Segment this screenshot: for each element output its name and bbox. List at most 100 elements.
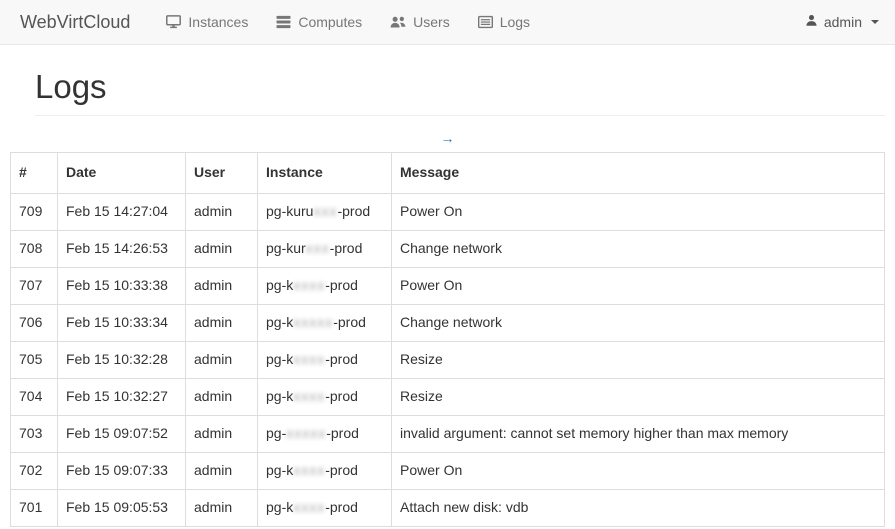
cell-instance: pg-xxxxx-prod (258, 416, 392, 453)
chevron-down-icon (871, 20, 879, 24)
column-header-id: # (11, 153, 58, 194)
cell-instance: pg-kxxxx-prod (258, 268, 392, 305)
instance-suffix: -prod (325, 462, 358, 478)
instance-suffix: -prod (325, 277, 358, 293)
instance-redacted: xxxxx (286, 425, 326, 441)
cell-user: admin (186, 342, 258, 379)
nav-item-computes[interactable]: Computes (276, 14, 362, 30)
cell-user: admin (186, 231, 258, 268)
cell-message: Power On (392, 268, 885, 305)
server-icon (276, 15, 291, 29)
cell-date: Feb 15 14:27:04 (58, 194, 186, 231)
cell-instance: pg-kxxxxx-prod (258, 305, 392, 342)
instance-redacted: xxxx (293, 462, 325, 478)
table-header-row: # Date User Instance Message (11, 153, 885, 194)
cell-date: Feb 15 10:33:34 (58, 305, 186, 342)
instance-suffix: -prod (333, 314, 366, 330)
table-row: 704Feb 15 10:32:27adminpg-kxxxx-prodResi… (11, 379, 885, 416)
cell-message: Resize (392, 379, 885, 416)
cell-date: Feb 15 09:07:33 (58, 453, 186, 490)
cell-user: admin (186, 453, 258, 490)
instance-suffix: -prod (326, 425, 359, 441)
navbar: WebVirtCloud Instances Computes (0, 0, 895, 45)
cell-date: Feb 15 10:32:28 (58, 342, 186, 379)
cell-message: Change network (392, 231, 885, 268)
cell-instance: pg-kuruxxx-prod (258, 194, 392, 231)
table-row: 705Feb 15 10:32:28adminpg-kxxxx-prodResi… (11, 342, 885, 379)
nav-items: Instances Computes Users (166, 14, 530, 30)
nav-item-label: Users (413, 14, 450, 30)
cell-instance: pg-kxxxx-prod (258, 453, 392, 490)
cell-message: Power On (392, 453, 885, 490)
cell-message: Change network (392, 305, 885, 342)
cell-message: Resize (392, 342, 885, 379)
cell-id: 708 (11, 231, 58, 268)
nav-item-label: Computes (298, 14, 362, 30)
cell-date: Feb 15 10:33:38 (58, 268, 186, 305)
cell-date: Feb 15 09:05:53 (58, 490, 186, 527)
table-row: 709Feb 15 14:27:04adminpg-kuruxxx-prodPo… (11, 194, 885, 231)
instance-redacted: xxxx (293, 351, 325, 367)
user-menu[interactable]: admin (805, 14, 879, 30)
instance-prefix: pg-k (266, 388, 293, 404)
table-row: 708Feb 15 14:26:53adminpg-kurxxx-prodCha… (11, 231, 885, 268)
nav-item-label: Logs (500, 14, 530, 30)
users-icon (390, 15, 406, 29)
cell-id: 709 (11, 194, 58, 231)
instance-suffix: -prod (325, 351, 358, 367)
column-header-date: Date (58, 153, 186, 194)
title-divider (35, 115, 885, 116)
table-row: 706Feb 15 10:33:34adminpg-kxxxxx-prodCha… (11, 305, 885, 342)
cell-id: 701 (11, 490, 58, 527)
instance-suffix: -prod (325, 388, 358, 404)
cell-user: admin (186, 305, 258, 342)
cell-date: Feb 15 09:07:52 (58, 416, 186, 453)
cell-user: admin (186, 490, 258, 527)
nav-item-users[interactable]: Users (390, 14, 450, 30)
cell-date: Feb 15 14:26:53 (58, 231, 186, 268)
cell-instance: pg-kxxxx-prod (258, 342, 392, 379)
cell-instance: pg-kurxxx-prod (258, 231, 392, 268)
cell-instance: pg-kxxxx-prod (258, 379, 392, 416)
main-content: Logs → # Date User Instance Message 709F… (0, 45, 895, 527)
column-header-user: User (186, 153, 258, 194)
logs-table: # Date User Instance Message 709Feb 15 1… (10, 152, 885, 527)
instance-suffix: -prod (337, 203, 370, 219)
instance-redacted: xxxx (293, 277, 325, 293)
instance-prefix: pg-k (266, 314, 293, 330)
instance-redacted: xxxx (293, 388, 325, 404)
cell-user: admin (186, 416, 258, 453)
cell-message: invalid argument: cannot set memory high… (392, 416, 885, 453)
cell-message: Attach new disk: vdb (392, 490, 885, 527)
nav-item-instances[interactable]: Instances (166, 14, 248, 30)
instance-prefix: pg-kuru (266, 203, 313, 219)
table-row: 702Feb 15 09:07:33adminpg-kxxxx-prodPowe… (11, 453, 885, 490)
cell-id: 703 (11, 416, 58, 453)
instance-prefix: pg-k (266, 351, 293, 367)
instance-suffix: -prod (325, 499, 358, 515)
cell-user: admin (186, 194, 258, 231)
next-page-link[interactable]: → (441, 130, 455, 146)
logs-icon (478, 15, 493, 29)
cell-id: 705 (11, 342, 58, 379)
cell-user: admin (186, 379, 258, 416)
instance-prefix: pg- (266, 425, 286, 441)
logs-table-body: 709Feb 15 14:27:04adminpg-kuruxxx-prodPo… (11, 194, 885, 527)
desktop-icon (166, 15, 181, 29)
cell-id: 706 (11, 305, 58, 342)
table-row: 701Feb 15 09:05:53admin pg-kxxxx-prod Atta… (11, 490, 885, 527)
instance-redacted: xxxx (293, 499, 325, 515)
cell-id: 702 (11, 453, 58, 490)
nav-item-logs[interactable]: Logs (478, 14, 530, 30)
instance-prefix: pg-kur (266, 240, 306, 256)
cell-id: 704 (11, 379, 58, 416)
instance-redacted: xxx (313, 203, 337, 219)
user-icon (805, 14, 818, 30)
brand-link[interactable]: WebVirtCloud (20, 12, 130, 33)
cell-date: Feb 15 10:32:27 (58, 379, 186, 416)
instance-prefix: pg-k (266, 499, 293, 515)
instance-redacted: xxx (306, 240, 330, 256)
instance-prefix: pg-k (266, 277, 293, 293)
cell-message: Power On (392, 194, 885, 231)
nav-item-label: Instances (188, 14, 248, 30)
